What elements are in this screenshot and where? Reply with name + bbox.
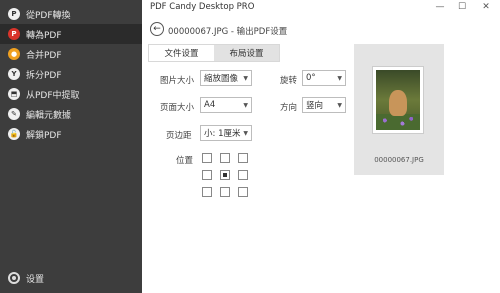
chevron-down-icon: ▼ [337,102,342,109]
position-bottom-center[interactable] [220,187,230,197]
unlock-icon: 🔓 [8,128,20,140]
tab-file-settings[interactable]: 文件设置 [149,45,214,61]
position-middle-left[interactable] [202,170,212,180]
sidebar-item-label: 合并PDF [26,50,62,61]
sidebar-item-merge[interactable]: ● 合并PDF [0,44,142,64]
position-label: 位置 [176,156,194,166]
sidebar-item-from-pdf[interactable]: P 從PDF轉換 [0,4,142,24]
flowers-shape [376,114,420,130]
breadcrumb: 00000067.JPG - 输出PDF设置 [168,27,288,37]
position-bottom-left[interactable] [202,187,212,197]
dog-shape [389,90,407,116]
sidebar-item-split[interactable]: Y 拆分PDF [0,64,142,84]
page-size-value: A4 [204,100,216,110]
position-top-right[interactable] [238,153,248,163]
merge-icon: ● [8,48,20,60]
thumbnail-filename: 00000067.JPG [374,156,424,164]
orientation-label: 方向 [280,103,298,113]
title-bar: PDF Candy Desktop PRO — ☐ ✕ [142,0,500,14]
extract-icon: ⬒ [8,88,20,100]
rotation-select[interactable]: 0° ▼ [302,70,346,86]
maximize-button[interactable]: ☐ [452,0,472,14]
tab-layout-settings[interactable]: 布局设置 [214,45,279,61]
sidebar: P 從PDF轉換 P 轉為PDF ● 合并PDF Y 拆分PDF ⬒ 从PDF中… [0,0,142,293]
position-bottom-right[interactable] [238,187,248,197]
image-size-label: 图片大小 [160,76,195,86]
chevron-down-icon: ▼ [243,130,248,137]
margin-label: 页边距 [166,131,192,141]
chevron-down-icon: ▼ [243,75,248,82]
chevron-down-icon: ▼ [337,75,342,82]
gear-icon [8,272,20,284]
back-button[interactable]: ← [150,22,164,36]
image-size-value: 縮放圖像 [204,74,239,84]
chevron-down-icon: ▼ [243,102,248,109]
page-size-select[interactable]: A4 ▼ [200,97,252,113]
pdf-icon: P [8,8,20,20]
margin-select[interactable]: 小: 1厘米 ▼ [200,125,252,141]
sidebar-item-to-pdf[interactable]: P 轉為PDF [0,24,142,44]
page-thumbnail [372,66,424,134]
image-size-select[interactable]: 縮放圖像 ▼ [200,70,252,86]
position-top-center[interactable] [220,153,230,163]
split-icon: Y [8,68,20,80]
position-middle-center[interactable] [220,170,230,180]
rotation-label: 旋转 [280,76,298,86]
app-window: P 從PDF轉換 P 轉為PDF ● 合并PDF Y 拆分PDF ⬒ 从PDF中… [0,0,500,293]
orientation-select[interactable]: 竖向 ▼ [302,97,346,113]
sidebar-item-extract[interactable]: ⬒ 从PDF中提取 [0,84,142,104]
sidebar-item-label: 解鎖PDF [26,130,62,141]
sidebar-item-unlock[interactable]: 🔓 解鎖PDF [0,124,142,144]
tab-bar: 文件设置 布局设置 [148,44,280,62]
margin-value: 小: 1厘米 [204,129,241,139]
rotation-value: 0° [306,73,316,83]
settings-label: 设置 [26,274,45,285]
settings-button[interactable]: 设置 [0,268,142,288]
app-title: PDF Candy Desktop PRO [150,2,255,12]
orientation-value: 竖向 [306,101,324,111]
sidebar-item-label: 編輯元數據 [26,110,72,121]
position-top-left[interactable] [202,153,212,163]
minimize-button[interactable]: — [430,0,450,14]
pdf-icon: P [8,28,20,40]
photo-image [376,70,420,130]
sidebar-item-metadata[interactable]: ✎ 編輯元數據 [0,104,142,124]
sidebar-item-label: 轉為PDF [26,30,62,41]
position-middle-right[interactable] [238,170,248,180]
sidebar-item-label: 拆分PDF [26,70,62,81]
page-size-label: 页面大小 [160,103,195,113]
metadata-icon: ✎ [8,108,20,120]
preview-panel: 00000067.JPG [354,44,444,175]
sidebar-item-label: 从PDF中提取 [26,90,80,101]
close-button[interactable]: ✕ [476,0,496,14]
sidebar-item-label: 從PDF轉換 [26,10,71,21]
